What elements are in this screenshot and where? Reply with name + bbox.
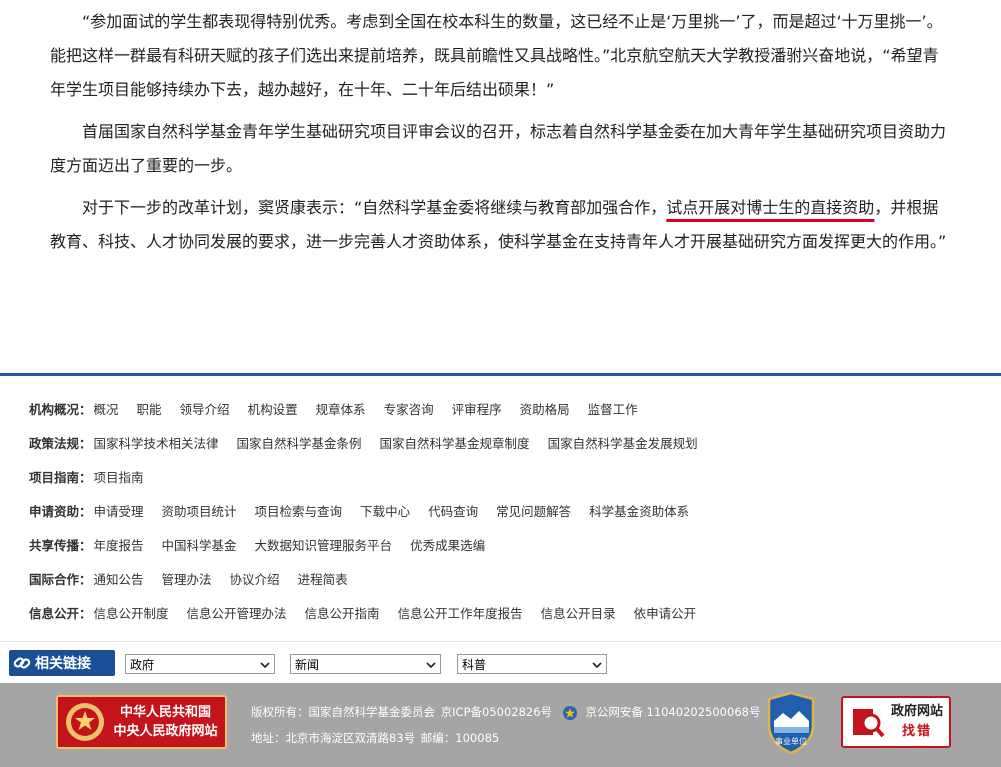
gov-portal-link[interactable]: 中华人民共和国 中央人民政府网站 xyxy=(56,695,227,749)
footer-nav-link[interactable]: 信息公开制度 xyxy=(94,603,169,622)
footer-nav-row: 信息公开： 信息公开制度 信息公开管理办法 信息公开指南 信息公开工作年度报告 信息公开目… xyxy=(29,602,714,622)
error-report-line2: 找错 xyxy=(901,724,932,739)
footer-nav-link[interactable]: 规章体系 xyxy=(316,399,366,418)
article-paragraph: 首届国家自然科学基金青年学生基础研究项目评审会议的召开，标志着自然科学基金委在加… xyxy=(50,122,947,175)
footer-nav-link[interactable]: 代码查询 xyxy=(428,501,478,520)
chevron-down-icon xyxy=(426,659,436,673)
select-gov-value: 政府 xyxy=(130,657,155,672)
article-paragraph: 对于下一步的改革计划，窦贤康表示：“自然科学基金委将继续与教育部加强合作，试点开… xyxy=(50,191,954,259)
footer-nav-link[interactable]: 概况 xyxy=(94,399,119,418)
footer-nav-row: 机构概况： 概况 职能 领导介绍 机构设置 规章体系 专家咨询 评审程序 资助格局 监督工作 xyxy=(29,398,656,418)
footer-nav-link[interactable]: 信息公开目录 xyxy=(541,603,616,622)
footer-nav-link[interactable]: 资助项目统计 xyxy=(162,501,237,520)
gov-portal-text: 中华人民共和国 中央人民政府网站 xyxy=(106,703,225,741)
article-paragraph: “参加面试的学生都表现得特别优秀。考虑到全国在校本科生的数量，这已经不止是‘万里… xyxy=(50,12,943,99)
footer-nav-link[interactable]: 国家自然科学基金规章制度 xyxy=(380,433,530,452)
footer-nav-link[interactable]: 依申请公开 xyxy=(634,603,697,622)
footer-nav-link[interactable]: 资助格局 xyxy=(520,399,570,418)
icp-link[interactable]: 京ICP备05002826号 xyxy=(441,705,552,719)
footer-nav-link[interactable]: 申请受理 xyxy=(94,501,144,520)
footer-nav-row: 申请资助： 申请受理 资助项目统计 项目检索与查询 下载中心 代码查询 常见问题解答 科学基金… xyxy=(29,500,707,520)
footer-nav-link[interactable]: 监督工作 xyxy=(588,399,638,418)
footer-nav-link[interactable]: 科学基金资助体系 xyxy=(589,501,689,520)
select-science[interactable]: 科普 xyxy=(457,654,607,674)
footer-nav-link[interactable]: 领导介绍 xyxy=(180,399,230,418)
footer-nav: 机构概况： 概况 职能 领导介绍 机构设置 规章体系 专家咨询 评审程序 资助格局 监督工作政策法… xyxy=(0,373,1001,640)
shield-label: 事业单位 xyxy=(775,736,807,746)
footer-nav-row: 共享传播： 年度报告 中国科学基金 大数据知识管理服务平台 优秀成果选编 xyxy=(29,534,503,554)
site-footer: 中华人民共和国 中央人民政府网站 版权所有：国家自然科学基金委员会 京ICP备0… xyxy=(0,683,1001,767)
select-science-value: 科普 xyxy=(462,657,487,672)
magnifier-icon xyxy=(853,709,885,738)
footer-nav-link[interactable]: 常见问题解答 xyxy=(496,501,571,520)
footer-nav-link[interactable]: 协议介绍 xyxy=(230,569,280,588)
footer-nav-link[interactable]: 管理办法 xyxy=(162,569,212,588)
footer-nav-link[interactable]: 进程简表 xyxy=(298,569,348,588)
link-chain-icon xyxy=(9,650,35,676)
chevron-down-icon xyxy=(592,659,602,673)
footer-nav-link[interactable]: 机构设置 xyxy=(248,399,298,418)
footer-nav-label: 共享传播： xyxy=(29,537,92,553)
footer-nav-label: 政策法规： xyxy=(29,435,92,451)
footer-nav-link[interactable]: 下载中心 xyxy=(360,501,410,520)
footer-nav-link[interactable]: 国家自然科学基金条例 xyxy=(237,433,362,452)
zip-text: 邮编：100085 xyxy=(420,731,500,745)
chevron-down-icon xyxy=(260,659,270,673)
gov-portal-line1: 中华人民共和国 xyxy=(119,705,211,720)
article-body: “参加面试的学生都表现得特别优秀。考虑到全国在校本科生的数量，这已经不止是‘万里… xyxy=(50,0,954,259)
gov-site-error-report[interactable]: 政府网站 找错 xyxy=(841,696,951,748)
copyright-info: 版权所有：国家自然科学基金委员会 京ICP备05002826号 京公网安备 11… xyxy=(251,699,762,751)
related-links-title: 相关链接 xyxy=(35,656,91,672)
footer-nav-label: 机构概况： xyxy=(29,401,92,417)
footer-nav-label: 项目指南： xyxy=(29,469,92,485)
footer-nav-link[interactable]: 信息公开指南 xyxy=(305,603,380,622)
footer-nav-label: 申请资助： xyxy=(29,503,92,519)
national-emblem-icon xyxy=(66,703,104,741)
footer-nav-link[interactable]: 大数据知识管理服务平台 xyxy=(255,535,393,554)
police-record-link[interactable]: 京公网安备 11040202500068号 xyxy=(585,705,760,719)
select-gov[interactable]: 政府 xyxy=(125,654,275,674)
footer-nav-link[interactable]: 中国科学基金 xyxy=(162,535,237,554)
footer-nav-link[interactable]: 国家自然科学基金发展规划 xyxy=(548,433,698,452)
footer-nav-link[interactable]: 评审程序 xyxy=(452,399,502,418)
paragraph-text: 对于下一步的改革计划，窦贤康表示：“自然科学基金委将继续与教育部加强合作， xyxy=(82,198,667,217)
footer-nav-link[interactable]: 专家咨询 xyxy=(384,399,434,418)
footer-nav-link[interactable]: 项目检索与查询 xyxy=(255,501,343,520)
footer-nav-link[interactable]: 信息公开工作年度报告 xyxy=(398,603,523,622)
error-report-text: 政府网站 找错 xyxy=(885,702,949,742)
footer-nav-label: 信息公开： xyxy=(29,605,92,621)
footer-nav-row: 国际合作： 通知公告 管理办法 协议介绍 进程简表 xyxy=(29,568,366,588)
footer-nav-label: 国际合作： xyxy=(29,571,92,587)
related-links-bar: 相关链接 政府 新闻 科普 xyxy=(0,641,1001,683)
footer-nav-row: 政策法规： 国家科学技术相关法律 国家自然科学基金条例 国家自然科学基金规章制度 国家自… xyxy=(29,432,716,452)
footer-nav-link[interactable]: 职能 xyxy=(137,399,162,418)
footer-nav-link[interactable]: 国家科学技术相关法律 xyxy=(94,433,219,452)
select-news-value: 新闻 xyxy=(295,657,320,672)
footer-nav-row: 项目指南： 项目指南 xyxy=(29,466,162,486)
footer-nav-link[interactable]: 年度报告 xyxy=(94,535,144,554)
error-report-line1: 政府网站 xyxy=(890,704,943,719)
highlighted-phrase: 试点开展对博士生的直接资助 xyxy=(666,198,875,217)
footer-nav-link[interactable]: 通知公告 xyxy=(94,569,144,588)
police-badge-icon xyxy=(562,705,577,720)
gov-portal-line2: 中央人民政府网站 xyxy=(113,724,218,739)
shield-icon: 事业单位 xyxy=(767,691,815,755)
footer-nav-link[interactable]: 优秀成果选编 xyxy=(410,535,485,554)
footer-nav-link[interactable]: 项目指南 xyxy=(94,467,144,486)
footer-nav-link[interactable]: 信息公开管理办法 xyxy=(187,603,287,622)
address-text: 地址：北京市海淀区双清路83号 xyxy=(251,731,416,745)
public-institution-badge[interactable]: 事业单位 xyxy=(765,691,817,755)
copyright-text: 版权所有：国家自然科学基金委员会 xyxy=(251,705,435,719)
select-news[interactable]: 新闻 xyxy=(290,654,441,674)
related-links-badge: 相关链接 xyxy=(9,650,115,676)
